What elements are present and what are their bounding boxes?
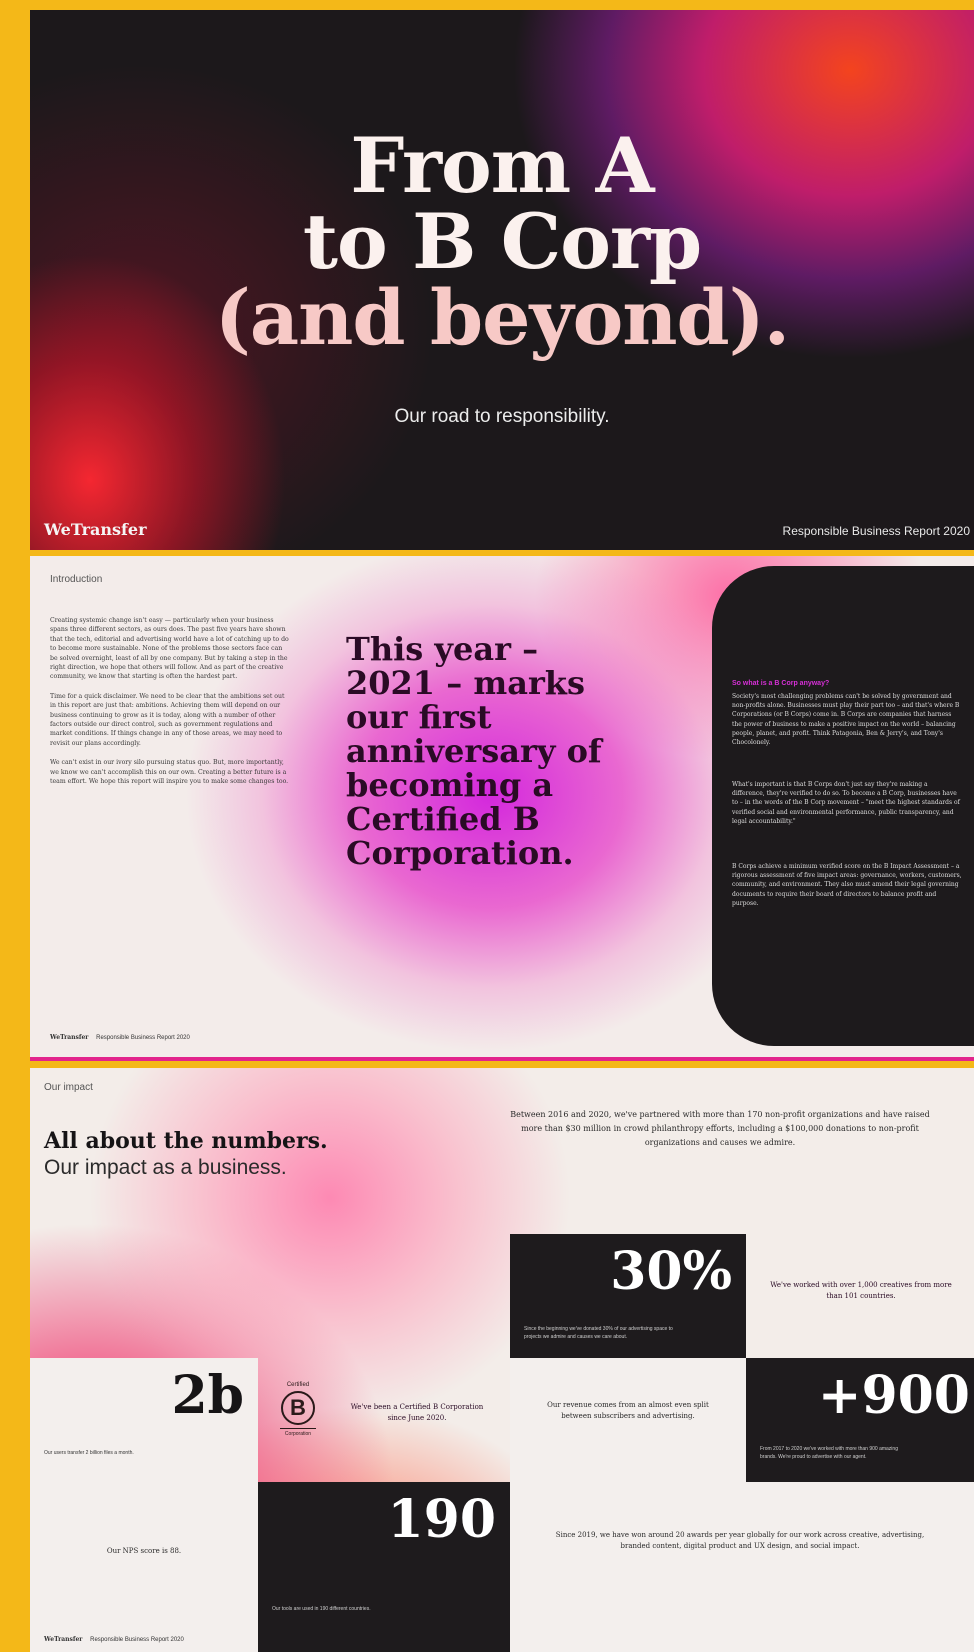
cover-title-line-1: From A bbox=[350, 121, 654, 210]
report-label: Responsible Business Report 2020 bbox=[782, 524, 970, 538]
stat-text: Our revenue comes from an almost even sp… bbox=[547, 1401, 709, 1420]
stat-text: Since 2019, we have won around 20 awards… bbox=[555, 1531, 925, 1550]
bcorp-badge: Certified B Corporation bbox=[274, 1382, 322, 1437]
stat-nps: Our NPS score is 88. bbox=[30, 1482, 258, 1652]
slide-footer: WeTransfer Responsible Business Report 2… bbox=[44, 1636, 184, 1643]
cover-subtitle: Our road to responsibility. bbox=[394, 406, 610, 427]
stat-creatives: We've worked with over 1,000 creatives f… bbox=[746, 1234, 974, 1358]
accent-bar bbox=[30, 1057, 974, 1061]
bcorp-explainer-card: So what is a B Corp anyway? Society's mo… bbox=[712, 566, 974, 1046]
impact-slide: Our impact All about the numbers. Our im… bbox=[30, 1068, 974, 1652]
stat-caption: Our tools are used in 190 different coun… bbox=[272, 1606, 371, 1612]
stat-caption: Our users transfer 2 billion files a mon… bbox=[44, 1450, 134, 1456]
intro-paragraph: Creating systemic change isn't easy — pa… bbox=[50, 617, 289, 681]
badge-top-text: Certified bbox=[286, 1382, 310, 1388]
section-label: Our impact bbox=[44, 1082, 93, 1093]
stat-brands: +900 From 2017 to 2020 we've worked with… bbox=[746, 1358, 974, 1482]
badge-divider bbox=[280, 1428, 316, 1429]
cover-title: From A to B Corp (and beyond). bbox=[30, 128, 974, 356]
footer-label: Responsible Business Report 2020 bbox=[90, 1637, 184, 1643]
stat-text: We've worked with over 1,000 creatives f… bbox=[770, 1281, 952, 1300]
stat-caption: From 2017 to 2020 we've worked with more… bbox=[760, 1446, 898, 1460]
impact-intro: Between 2016 and 2020, we've partnered w… bbox=[510, 1110, 930, 1147]
stat-value: 190 bbox=[387, 1489, 496, 1550]
impact-subheading: Our impact as a business. bbox=[44, 1156, 287, 1179]
cover-slide: From A to B Corp (and beyond). Our road … bbox=[30, 10, 974, 550]
stat-awards: Since 2019, we have won around 20 awards… bbox=[510, 1482, 974, 1652]
intro-body: Creating systemic change isn't easy — pa… bbox=[50, 616, 290, 797]
badge-bottom-text: Corporation bbox=[284, 1431, 312, 1437]
stat-value: 2b bbox=[171, 1365, 244, 1426]
intro-paragraph: We can't exist in our ivory silo pursuin… bbox=[50, 759, 289, 786]
stat-countries: 190 Our tools are used in 190 different … bbox=[258, 1482, 510, 1652]
explainer-paragraph: B Corps achieve a minimum verified score… bbox=[732, 863, 962, 907]
explainer-paragraph: What's important is that B Corps don't j… bbox=[732, 781, 960, 825]
footer-label: Responsible Business Report 2020 bbox=[96, 1035, 190, 1041]
footer-logo: WeTransfer bbox=[44, 1636, 83, 1643]
slide-footer: WeTransfer Responsible Business Report 2… bbox=[50, 1034, 190, 1041]
page-frame: From A to B Corp (and beyond). Our road … bbox=[0, 0, 974, 1652]
explainer-question: So what is a B Corp anyway? bbox=[732, 680, 830, 687]
stat-value: +900 bbox=[817, 1365, 970, 1426]
cover-title-line-2: to B Corp bbox=[302, 197, 702, 286]
intro-paragraph: Time for a quick disclaimer. We need to … bbox=[50, 692, 285, 747]
wetransfer-logo: WeTransfer bbox=[44, 520, 147, 539]
impact-heading: All about the numbers. bbox=[44, 1128, 328, 1154]
stat-revenue-split: Our revenue comes from an almost even sp… bbox=[510, 1358, 746, 1482]
introduction-slide: Introduction Creating systemic change is… bbox=[30, 556, 974, 1061]
b-corp-logo-icon: B bbox=[281, 1391, 315, 1425]
stat-text: Our NPS score is 88. bbox=[106, 1547, 182, 1555]
explainer-paragraph: Society's most challenging problems can'… bbox=[732, 693, 960, 747]
stat-bcorp-certified: Certified B Corporation We've been a Cer… bbox=[258, 1358, 510, 1482]
stat-text: We've been a Certified B Corporation sin… bbox=[350, 1403, 484, 1422]
stat-advertising-share: 30% Since the beginning we've donated 30… bbox=[510, 1234, 746, 1358]
intro-headline: This year – 2021 – marks our first anniv… bbox=[346, 630, 602, 872]
stat-caption: Since the beginning we've donated 30% of… bbox=[524, 1326, 673, 1340]
stat-files-transferred: 2b Our users transfer 2 billion files a … bbox=[30, 1358, 258, 1482]
cover-title-line-3: (and beyond). bbox=[214, 273, 790, 362]
stat-value: 30% bbox=[610, 1241, 732, 1302]
section-label: Introduction bbox=[50, 574, 103, 585]
footer-logo: WeTransfer bbox=[50, 1034, 89, 1041]
